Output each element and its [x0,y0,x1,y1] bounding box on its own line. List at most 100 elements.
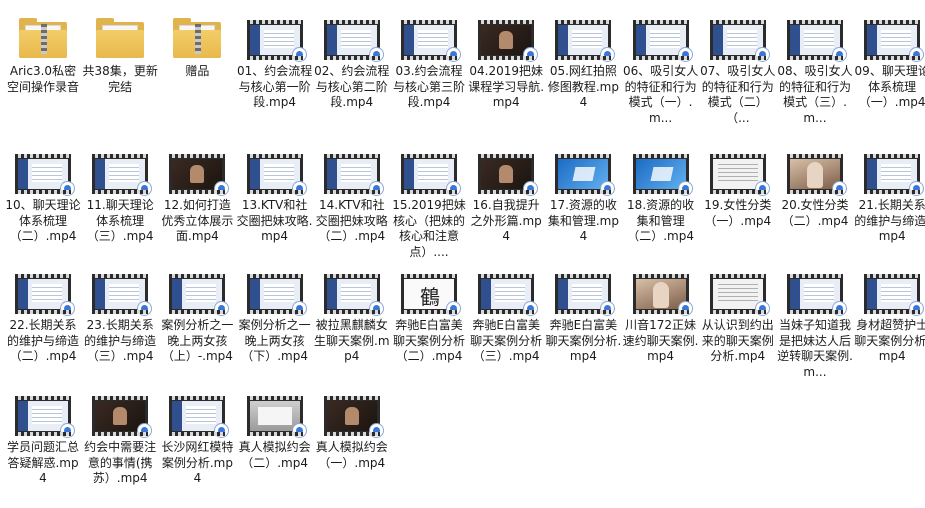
media-player-badge-icon [600,47,616,62]
file-name-label: 14.KTV和社交圈把妹攻略（二）.mp4 [315,198,388,243]
video-file-item[interactable]: 08、吸引女人的特征和行为模式（三）.m... [777,14,853,132]
video-file-item[interactable]: 真人模拟约会（一）.mp4 [314,390,390,508]
media-player-badge-icon [600,181,616,196]
video-thumbnail-icon [709,148,770,196]
file-name-label: 16.自我提升之外形篇.mp4 [470,198,542,243]
media-player-badge-icon [60,181,75,196]
video-file-item[interactable]: 18.资源的收集和管理（二）.mp4 [623,148,699,266]
media-player-badge-icon [754,181,770,196]
video-file-item[interactable]: 案例分析之一晚上两女孩（上）-.mp4 [159,268,235,386]
video-file-item[interactable]: 05.网红拍照修图教程.mp4 [545,14,621,132]
file-name-label: 01、约会流程与核心第一阶段.mp4 [236,64,313,109]
file-name-label: 02、约会流程与核心第二阶段.mp4 [314,64,390,109]
video-file-item[interactable]: 21.长期关系的维护与缔造.mp4 [854,148,925,266]
video-file-item[interactable]: 10、聊天理论体系梳理（二）.mp4 [5,148,81,266]
media-player-badge-icon [754,301,770,316]
file-name-label: 22.长期关系的维护与缔造（二）.mp4 [6,318,79,363]
file-name-label: 23.长期关系的维护与缔造（三）.mp4 [84,318,157,363]
media-player-badge-icon [137,423,153,438]
media-player-badge-icon [600,301,616,316]
video-thumbnail-icon [323,148,384,196]
video-thumbnail-icon [709,268,770,316]
video-file-item[interactable]: 23.长期关系的维护与缔造（三）.mp4 [82,268,158,386]
video-file-item[interactable]: 14.KTV和社交圈把妹攻略（二）.mp4 [314,148,390,266]
media-player-badge-icon [523,181,539,196]
video-file-item[interactable]: 学员问题汇总答疑解惑.mp4 [5,390,81,508]
video-thumbnail-icon [15,148,75,196]
video-file-item[interactable]: 07、吸引女人的特征和行为模式（二）（... [700,14,776,132]
video-thumbnail-icon [169,268,230,316]
media-player-badge-icon [832,181,847,196]
video-thumbnail-icon [864,148,925,196]
video-thumbnail-icon [787,268,847,316]
video-thumbnail-icon [632,148,693,196]
media-player-badge-icon [446,181,461,196]
media-player-badge-icon [291,181,307,196]
video-file-item[interactable]: 15.2019把妹核心（把妹的核心和注意点）.... [391,148,467,266]
video-file-item[interactable]: 奔驰E白富美聊天案例分析（三）.mp4 [468,268,544,386]
video-file-item[interactable]: 长沙网红模特案例分析.mp4 [159,390,235,508]
video-file-item[interactable]: 13.KTV和社交圈把妹攻略.mp4 [237,148,313,266]
file-name-label: Aric3.0私密空间操作录音 [6,64,79,94]
video-file-item[interactable]: 川音172正妹速约聊天案例.mp4 [623,268,699,386]
file-name-label: 被拉黑麒麟女生聊天案例.mp4 [314,318,390,363]
video-thumbnail-icon [246,390,307,438]
file-name-label: 从认识到约出来的聊天案例分析.mp4 [701,318,774,363]
media-player-badge-icon [523,301,539,316]
video-file-item[interactable]: 从认识到约出来的聊天案例分析.mp4 [700,268,776,386]
video-file-item[interactable]: 真人模拟约会（二）.mp4 [237,390,313,508]
video-file-item[interactable]: 奔驰E白富美聊天案例分析.mp4 [545,268,621,386]
file-name-label: 21.长期关系的维护与缔造.mp4 [854,198,925,243]
media-player-badge-icon [60,301,75,316]
media-player-badge-icon [214,423,230,438]
media-player-badge-icon [446,47,461,62]
file-name-label: 真人模拟约会（一）.mp4 [315,440,388,470]
media-player-badge-icon [291,423,307,438]
video-thumbnail-icon [401,14,461,62]
video-file-item[interactable]: 身材超赞护士聊天案例分析.mp4 [854,268,925,386]
video-file-item[interactable]: 01、约会流程与核心第一阶段.mp4 [237,14,313,132]
folder-item[interactable]: Aric3.0私密空间操作录音 [5,14,81,132]
video-file-item[interactable]: 04.2019把妹课程学习导航.mp4 [468,14,544,132]
folder-item[interactable]: 共38集，更新完结 [82,14,158,132]
video-file-item[interactable]: 奔驰E白富美聊天案例分析（二）.mp4 [391,268,467,386]
video-file-item[interactable]: 06、吸引女人的特征和行为模式（一）.m... [623,14,699,132]
video-thumbnail-icon [246,268,307,316]
file-name-label: 11.聊天理论体系梳理（三）.mp4 [86,198,154,243]
video-file-item[interactable]: 12.如何打造优秀立体展示面.mp4 [159,148,235,266]
file-name-label: 奔驰E白富美聊天案例分析.mp4 [545,318,622,363]
media-player-badge-icon [214,181,230,196]
video-thumbnail-icon [246,14,307,62]
file-name-label: 03.约会流程与核心第三阶段.mp4 [392,64,465,109]
video-file-item[interactable]: 案例分析之一晚上两女孩（下）.mp4 [237,268,313,386]
video-file-item[interactable]: 约会中需要注意的事情(携苏）.mp4 [82,390,158,508]
video-file-item[interactable]: 16.自我提升之外形篇.mp4 [468,148,544,266]
media-player-badge-icon [523,47,539,62]
video-file-item[interactable]: 03.约会流程与核心第三阶段.mp4 [391,14,467,132]
file-name-label: 08、吸引女人的特征和行为模式（三）.m... [777,64,853,125]
video-thumbnail-icon [401,268,461,316]
media-player-badge-icon [832,301,847,316]
file-name-label: 20.女性分类（二）.mp4 [781,198,849,228]
video-file-item[interactable]: 11.聊天理论体系梳理（三）.mp4 [82,148,158,266]
video-file-item[interactable]: 17.资源的收集和管理.mp4 [545,148,621,266]
video-thumbnail-icon [169,148,230,196]
folder-icon [15,14,71,62]
media-player-badge-icon [677,181,693,196]
video-file-item[interactable]: 被拉黑麒麟女生聊天案例.mp4 [314,268,390,386]
video-file-item[interactable]: 20.女性分类（二）.mp4 [777,148,853,266]
video-file-item[interactable]: 02、约会流程与核心第二阶段.mp4 [314,14,390,132]
folder-item[interactable]: 赠品 [159,14,235,132]
video-thumbnail-icon [478,14,539,62]
video-thumbnail-icon [246,148,307,196]
file-name-label: 当妹子知道我是把妹达人后逆转聊天案例.m... [777,318,853,379]
file-name-label: 04.2019把妹课程学习导航.mp4 [468,64,545,109]
video-file-item[interactable]: 当妹子知道我是把妹达人后逆转聊天案例.m... [777,268,853,386]
video-file-item[interactable]: 19.女性分类（一）.mp4 [700,148,776,266]
file-name-label: 奔驰E白富美聊天案例分析（三）.mp4 [470,318,543,363]
video-file-item[interactable]: 22.长期关系的维护与缔造（二）.mp4 [5,268,81,386]
file-name-label: 川音172正妹速约聊天案例.mp4 [622,318,699,363]
file-name-label: 案例分析之一晚上两女孩（下）.mp4 [238,318,311,363]
video-file-item[interactable]: 09、聊天理论体系梳理（一）.mp4 [854,14,925,132]
media-player-badge-icon [677,47,693,62]
